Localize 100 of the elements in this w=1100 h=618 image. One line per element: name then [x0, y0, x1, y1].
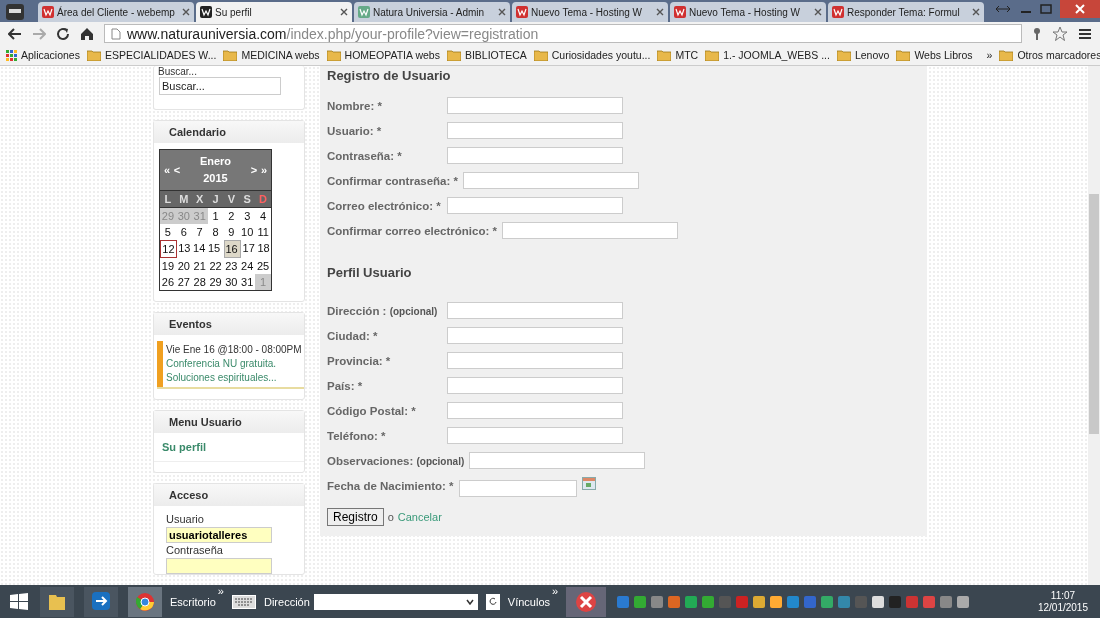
home-icon[interactable] [80, 26, 94, 41]
calendar-day[interactable]: 10 [239, 224, 256, 240]
tray-icon[interactable] [701, 594, 716, 609]
calendar-day[interactable]: 13 [176, 240, 192, 258]
calendar-day[interactable]: 14 [191, 240, 207, 258]
tray-icon[interactable] [633, 594, 648, 609]
calendar-day[interactable]: 19 [160, 258, 176, 274]
links-more-button[interactable]: » [552, 585, 559, 597]
tray-icon[interactable] [820, 594, 835, 609]
register-button[interactable]: Registro [327, 508, 384, 526]
back-icon[interactable] [8, 26, 22, 41]
input-field[interactable] [447, 97, 623, 114]
calendar-day[interactable]: 5 [160, 224, 176, 240]
close-icon[interactable] [182, 8, 190, 16]
bookmark[interactable]: Webs Libros [896, 49, 973, 61]
calendar-day[interactable]: 17 [241, 240, 257, 258]
bookmark[interactable]: HOMEOPATIA webs [326, 49, 440, 61]
input-field[interactable] [502, 222, 678, 239]
input-field[interactable] [463, 172, 639, 189]
tray-icon[interactable] [871, 594, 886, 609]
clock[interactable]: 11:07 12/01/2015 [1037, 589, 1088, 614]
calendar-day[interactable]: 27 [175, 274, 192, 290]
browser-tab[interactable]: Natura Universia - Admin [354, 2, 510, 22]
menu-link[interactable]: Su perfil [154, 439, 304, 462]
close-icon[interactable] [498, 8, 506, 16]
calendar-day[interactable]: 7 [191, 224, 208, 240]
input-field[interactable] [447, 302, 623, 319]
browser-icon[interactable] [128, 586, 162, 617]
input-field[interactable] [447, 327, 623, 344]
calendar-day[interactable]: 30 [223, 274, 240, 290]
event-subtitle-link[interactable]: Soluciones espirituales... [166, 371, 302, 385]
calendar-day[interactable]: 23 [223, 258, 240, 274]
next-year-link[interactable]: » [259, 164, 269, 176]
input-field[interactable] [469, 452, 646, 469]
event-item[interactable]: Vie Ene 16 @18:00 - 08:00PM Conferencia NU gratuita. Soluciones espirituales... [157, 341, 304, 389]
calendar-day[interactable]: 29 [207, 274, 224, 290]
menu-icon[interactable] [1078, 27, 1092, 40]
refresh-icon[interactable] [485, 593, 500, 610]
folder-icon[interactable] [40, 586, 74, 617]
forward-icon[interactable] [32, 26, 46, 41]
input-field[interactable] [447, 377, 623, 394]
links-label[interactable]: Vínculos [507, 595, 551, 608]
toolbar-more-button[interactable]: » [217, 585, 224, 597]
maximize-icon[interactable] [1040, 4, 1052, 14]
calendar-day[interactable]: 24 [239, 258, 256, 274]
tray-icon[interactable] [769, 594, 784, 609]
app-icon[interactable] [84, 586, 118, 617]
reload-icon[interactable] [56, 26, 70, 41]
bookmark[interactable]: BIBLIOTECA [446, 49, 527, 61]
calendar-day[interactable]: 15 [206, 240, 222, 258]
browser-tab[interactable]: Su perfil [196, 2, 352, 22]
address-bar[interactable]: www.naturauniversia.com/index.php/your-profile?view=registration [104, 24, 1022, 43]
input-field[interactable] [447, 122, 623, 139]
calendar-day[interactable]: 9 [223, 224, 240, 240]
search-field[interactable]: Buscar... [159, 77, 281, 95]
input-field[interactable] [447, 147, 623, 164]
input-field[interactable] [447, 402, 623, 419]
calendar-day[interactable]: 2 [223, 208, 240, 224]
username-field[interactable]: usuariotalleres [166, 527, 272, 543]
address-field[interactable] [313, 593, 478, 610]
more-bookmarks-button[interactable]: » [986, 49, 993, 61]
close-icon[interactable] [814, 8, 822, 16]
key-icon[interactable] [1032, 26, 1042, 41]
toolbar-label[interactable]: Escritorio [170, 595, 216, 608]
browser-tab[interactable]: Nuevo Tema - Hosting W [512, 2, 668, 22]
calendar-day[interactable]: 4 [255, 208, 271, 224]
app-icon[interactable] [566, 586, 607, 617]
previous-month-link[interactable]: < [172, 164, 182, 176]
calendar-day[interactable]: 11 [255, 224, 271, 240]
bookmark[interactable]: Aplicaciones [6, 49, 80, 61]
tray-icon[interactable] [956, 594, 971, 609]
dropdown-caret-icon[interactable] [465, 598, 474, 605]
bookmark[interactable]: 1.- JOOMLA_WEBS ... [705, 49, 830, 61]
scrollbar-thumb[interactable] [1089, 194, 1099, 434]
calendar-day[interactable]: 3 [239, 208, 256, 224]
calendar-icon[interactable] [581, 477, 596, 490]
star-icon[interactable] [1052, 25, 1068, 42]
bookmark[interactable]: MTC [657, 49, 699, 61]
previous-year-link[interactable]: « [162, 164, 172, 176]
bookmark[interactable]: Lenovo [836, 49, 890, 61]
browser-tab[interactable]: Responder Tema: Formul [828, 2, 984, 22]
calendar-day[interactable]: 21 [191, 258, 208, 274]
calendar-day[interactable]: 28 [191, 274, 208, 290]
calendar-day[interactable]: 26 [160, 274, 176, 290]
browser-tab[interactable]: Nuevo Tema - Hosting W [670, 2, 826, 22]
next-month-link[interactable]: > [249, 164, 259, 176]
keyboard-icon[interactable] [231, 594, 256, 609]
tray-icon[interactable] [752, 594, 767, 609]
calendar-day[interactable]: 16 [224, 240, 242, 258]
calendar-day[interactable]: 18 [256, 240, 271, 258]
input-field[interactable] [447, 352, 623, 369]
calendar-day[interactable]: 8 [207, 224, 224, 240]
calendar-day[interactable]: 12 [160, 240, 177, 258]
bookmark[interactable]: ESPECIALIDADES W... [86, 49, 217, 61]
profile-avatar-icon[interactable] [4, 2, 26, 20]
close-icon[interactable] [656, 8, 664, 16]
input-field[interactable] [447, 427, 623, 444]
calendar-day[interactable]: 25 [255, 258, 271, 274]
password-field[interactable] [166, 558, 272, 574]
close-window-icon[interactable] [1060, 0, 1100, 18]
